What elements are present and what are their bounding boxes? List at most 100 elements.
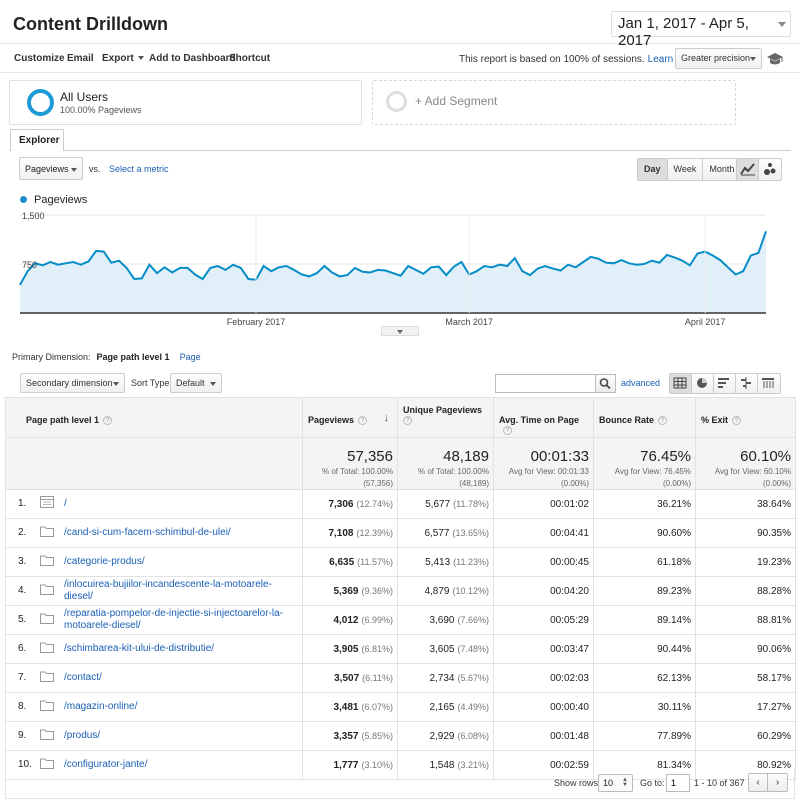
customize-button[interactable]: Customize	[14, 53, 65, 64]
motion-chart-button[interactable]	[759, 159, 781, 180]
folder-icon[interactable]	[40, 728, 54, 744]
performance-view-button[interactable]	[714, 374, 736, 393]
shortcut-button[interactable]: Shortcut	[229, 53, 270, 64]
chevron-down-icon	[137, 56, 144, 61]
column-header-avg-time[interactable]: Avg. Time on Page?	[493, 397, 594, 438]
page-icon[interactable]	[40, 496, 54, 512]
add-segment-box[interactable]: + Add Segment	[372, 80, 736, 125]
pivot-view-button[interactable]	[758, 374, 780, 393]
help-icon[interactable]: ?	[103, 416, 113, 426]
total-value: 48,189	[443, 448, 489, 465]
chart-collapse-handle[interactable]	[381, 326, 419, 336]
email-button[interactable]: Email	[67, 53, 94, 64]
row-pageviews: 7,108 (12.39%)	[302, 518, 398, 548]
pageviews-value: 3,507	[334, 672, 360, 684]
page-path-link[interactable]: /	[64, 498, 67, 510]
page-path-link[interactable]: /reparatia-pompelor-de-injectie-si-injec…	[64, 608, 298, 632]
up-down-icon: ▲ ▼	[622, 777, 628, 788]
folder-icon[interactable]	[40, 612, 54, 628]
sort-type-select[interactable]: Default	[170, 373, 222, 393]
next-page-button[interactable]: ›	[768, 774, 787, 791]
add-to-dashboard-button[interactable]: Add to Dashboard	[149, 53, 236, 64]
unique-pageviews-value: 2,929	[429, 730, 455, 742]
help-icon[interactable]: ?	[403, 416, 412, 426]
week-button[interactable]: Week	[667, 159, 704, 180]
column-header-bounce-rate[interactable]: Bounce Rate?	[593, 397, 696, 438]
date-range-picker[interactable]: Jan 1, 2017 - Apr 5, 2017	[611, 11, 791, 49]
graduation-cap-icon[interactable]	[766, 52, 784, 66]
column-header-page[interactable]: Page path level 1?	[5, 397, 303, 438]
page-path-link[interactable]: /categorie-produs/	[64, 556, 145, 568]
column-header-unique-pageviews[interactable]: Unique Pageviews?	[397, 397, 494, 438]
comparison-view-button[interactable]	[736, 374, 758, 393]
dimension-page-link[interactable]: Page	[180, 352, 201, 362]
folder-icon[interactable]	[40, 525, 54, 541]
folder-icon[interactable]	[40, 641, 54, 657]
page-path-link[interactable]: /inlocuirea-bujiilor-incandescente-la-mo…	[64, 579, 298, 603]
pageviews-value: 7,306	[328, 498, 354, 510]
unique-pageviews-value: 3,605	[429, 643, 455, 655]
primary-dimension-bar: Primary Dimension: Page path level 1 Page	[12, 352, 201, 362]
row-exit: 60.29%	[695, 721, 796, 751]
tab-explorer[interactable]: Explorer	[10, 129, 64, 151]
rows-per-page-select[interactable]: 10 ▲ ▼	[598, 774, 633, 792]
row-bounce-rate: 77.89%	[593, 721, 696, 751]
metric-select[interactable]: Pageviews	[19, 157, 83, 180]
column-label: Page path level 1	[26, 415, 100, 425]
row-avg-time: 00:04:41	[493, 518, 594, 548]
pageviews-value: 4,012	[333, 614, 359, 626]
line-chart-button[interactable]	[737, 159, 759, 180]
secondary-dimension-label: Secondary dimension	[26, 378, 113, 388]
advanced-filter-link[interactable]: advanced	[621, 378, 660, 388]
total-sub: % of Total: 100.00%	[417, 467, 489, 476]
segment-name: All Users	[60, 90, 109, 104]
select-metric-link[interactable]: Select a metric	[109, 164, 169, 174]
folder-icon[interactable]	[40, 699, 54, 715]
help-icon[interactable]: ?	[358, 416, 368, 426]
search-button[interactable]	[596, 374, 616, 393]
page-path-link[interactable]: /cand-si-cum-facem-schimbul-de-ulei/	[64, 527, 231, 539]
page-path-link[interactable]: /magazin-online/	[64, 701, 137, 713]
column-header-exit[interactable]: % Exit?	[695, 397, 796, 438]
row-exit: 19.23%	[695, 547, 796, 577]
legend-marker	[20, 196, 27, 203]
page-path-link[interactable]: /contact/	[64, 672, 102, 684]
month-button[interactable]: Month	[703, 159, 741, 180]
total-sub: (0.00%)	[560, 479, 589, 488]
chevron-down-icon	[210, 382, 216, 386]
row-pageviews: 4,012 (6.99%)	[302, 605, 398, 635]
previous-page-button[interactable]: ‹	[749, 774, 768, 791]
help-icon[interactable]: ?	[658, 416, 668, 426]
pageviews-value: 3,905	[333, 643, 359, 655]
row-pageviews: 3,357 (5.85%)	[302, 721, 398, 751]
help-icon[interactable]: ?	[503, 426, 512, 436]
day-button[interactable]: Day	[638, 159, 668, 180]
totals-row: 57,356 % of Total: 100.00% (57,356) 48,189…	[5, 437, 796, 490]
column-header-pageviews[interactable]: Pageviews? ↓	[302, 397, 398, 438]
row-page-cell: 9. /produs/	[5, 721, 303, 751]
precision-select[interactable]: Greater precision	[675, 48, 762, 69]
folder-icon[interactable]	[40, 670, 54, 686]
comparison-icon	[741, 377, 751, 389]
pageviews-percent: (12.74%)	[356, 498, 393, 509]
row-unique-pageviews: 4,879 (10.12%)	[397, 576, 494, 606]
table-search-input[interactable]	[495, 374, 596, 393]
folder-icon[interactable]	[40, 554, 54, 570]
help-icon[interactable]: ?	[732, 416, 742, 426]
secondary-dimension-select[interactable]: Secondary dimension	[20, 373, 125, 393]
column-label: % Exit	[701, 415, 729, 425]
row-range-label: 1 - 10 of 367	[694, 778, 745, 788]
row-avg-time: 00:00:45	[493, 547, 594, 577]
page-path-link[interactable]: /schimbarea-kit-ului-de-distributie/	[64, 643, 214, 655]
segment-all-users[interactable]: All Users 100.00% Pageviews	[9, 80, 362, 125]
row-index: 8.	[18, 701, 27, 712]
pageviews-percent: (6.07%)	[361, 701, 393, 712]
data-table-view-button[interactable]	[670, 374, 692, 393]
goto-page-input[interactable]	[666, 774, 690, 792]
pie-view-button[interactable]	[692, 374, 714, 393]
folder-icon[interactable]	[40, 583, 54, 599]
unique-pageviews-value: 2,165	[429, 701, 455, 713]
row-index: 6.	[18, 643, 27, 654]
export-button[interactable]: Export	[102, 53, 144, 64]
page-path-link[interactable]: /produs/	[64, 730, 100, 742]
